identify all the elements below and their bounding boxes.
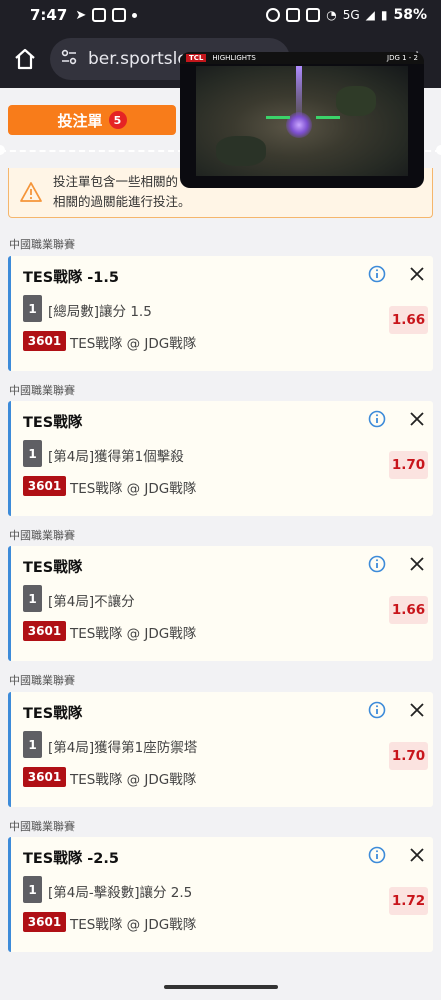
selection-number: 1 xyxy=(23,440,42,467)
video-brand: TCL xyxy=(186,54,207,62)
selection-number: 1 xyxy=(23,731,42,758)
bet-slip-tab[interactable]: 投注單 5 xyxy=(8,105,176,135)
nfc-icon xyxy=(286,8,301,22)
league-label: 中國職業聯賽 xyxy=(9,384,75,397)
league-label: 中國職業聯賽 xyxy=(9,238,75,251)
info-icon[interactable] xyxy=(368,701,386,719)
warning-icon xyxy=(20,182,42,202)
event-id-badge: 3601 xyxy=(23,767,66,787)
info-icon[interactable] xyxy=(368,846,386,864)
odds-value[interactable]: 1.72 xyxy=(389,887,428,915)
match-text: TES戰隊 @ JDG戰隊 xyxy=(70,481,197,497)
home-icon[interactable] xyxy=(10,44,40,74)
bet-title: TES戰隊 xyxy=(23,560,83,576)
market-text: [總局數]讓分 1.5 xyxy=(48,304,152,320)
bet-card: TES戰隊 1 [第4局]獲得第1個擊殺 3601 TES戰隊 @ JDG戰隊 … xyxy=(8,401,433,516)
selection-number: 1 xyxy=(23,585,42,612)
match-text: TES戰隊 @ JDG戰隊 xyxy=(70,917,197,933)
instagram-icon xyxy=(92,8,107,22)
match-text: TES戰隊 @ JDG戰隊 xyxy=(70,626,197,642)
network-type: 5G xyxy=(342,8,360,22)
bet-title: TES戰隊 -2.5 xyxy=(23,851,119,867)
bet-card: TES戰隊 1 [第4局]獲得第1座防禦塔 3601 TES戰隊 @ JDG戰隊… xyxy=(8,692,433,807)
close-icon[interactable] xyxy=(409,411,425,427)
alarm-icon xyxy=(266,8,281,22)
close-icon[interactable] xyxy=(409,266,425,282)
odds-value[interactable]: 1.70 xyxy=(389,451,428,479)
vibrate-icon xyxy=(306,8,321,22)
odds-value[interactable]: 1.66 xyxy=(389,596,428,624)
info-icon[interactable] xyxy=(368,265,386,283)
video-label: HIGHLIGHTS xyxy=(212,54,256,62)
league-label: 中國職業聯賽 xyxy=(9,820,75,833)
pip-video-player[interactable]: TCL HIGHLIGHTS JDG 1 - 2 xyxy=(180,52,424,188)
info-icon[interactable] xyxy=(368,555,386,573)
video-header: TCL HIGHLIGHTS JDG 1 - 2 xyxy=(180,52,424,64)
bet-slip-page: 投注單 5 投注單包含一些相關的 相關的過關能進行投注。 中國職業聯賽 TES戰… xyxy=(0,88,441,1000)
video-score: JDG 1 - 2 xyxy=(387,54,418,62)
warning-text-line1: 投注單包含一些相關的 xyxy=(53,174,179,189)
event-id-badge: 3601 xyxy=(23,912,66,932)
match-text: TES戰隊 @ JDG戰隊 xyxy=(70,772,197,788)
selection-number: 1 xyxy=(23,295,42,322)
system-nav-bar xyxy=(0,973,441,1000)
warning-text-line2: 相關的過關能進行投注。 xyxy=(53,194,191,209)
bet-title: TES戰隊 xyxy=(23,706,83,722)
divider-notch-right xyxy=(436,145,441,155)
bet-title: TES戰隊 -1.5 xyxy=(23,270,119,286)
league-label: 中國職業聯賽 xyxy=(9,674,75,687)
game-scene-image xyxy=(196,66,408,176)
close-icon[interactable] xyxy=(409,556,425,572)
odds-value[interactable]: 1.70 xyxy=(389,742,428,770)
bet-card: TES戰隊 -1.5 1 [總局數]讓分 1.5 3601 TES戰隊 @ JD… xyxy=(8,256,433,371)
event-id-badge: 3601 xyxy=(23,621,66,641)
battery-percent: 58% xyxy=(393,7,427,23)
market-text: [第4局]獲得第1座防禦塔 xyxy=(48,740,198,756)
bet-card: TES戰隊 -2.5 1 [第4局-擊殺數]讓分 2.5 3601 TES戰隊 … xyxy=(8,837,433,952)
notification-dot-icon xyxy=(132,12,138,18)
status-bar: 7:47 ➤ ◔ 5G ◢ ▮ 58% xyxy=(0,0,441,30)
navigation-arrow-icon: ➤ xyxy=(75,7,87,23)
market-text: [第4局]不讓分 xyxy=(48,594,135,610)
instagram-icon-2 xyxy=(112,8,127,22)
odds-value[interactable]: 1.66 xyxy=(389,306,428,334)
bet-card: TES戰隊 1 [第4局]不讓分 3601 TES戰隊 @ JDG戰隊 1.66 xyxy=(8,546,433,661)
event-id-badge: 3601 xyxy=(23,476,66,496)
event-id-badge: 3601 xyxy=(23,331,66,351)
info-icon[interactable] xyxy=(368,410,386,428)
site-settings-icon[interactable] xyxy=(60,48,78,71)
bet-count-badge: 5 xyxy=(108,111,127,129)
url-text: ber.sportslot xyxy=(88,49,195,69)
bet-slip-tab-label: 投注單 xyxy=(57,111,103,130)
league-label: 中國職業聯賽 xyxy=(9,529,75,542)
close-icon[interactable] xyxy=(409,702,425,718)
wifi-icon: ◔ xyxy=(326,8,337,22)
market-text: [第4局]獲得第1個擊殺 xyxy=(48,449,184,465)
bet-title: TES戰隊 xyxy=(23,415,83,431)
status-time: 7:47 xyxy=(30,6,68,24)
gesture-handle[interactable] xyxy=(164,985,278,989)
market-text: [第4局-擊殺數]讓分 2.5 xyxy=(48,885,193,901)
selection-number: 1 xyxy=(23,876,42,903)
signal-icon: ◢ xyxy=(365,8,375,22)
close-icon[interactable] xyxy=(409,847,425,863)
battery-icon: ▮ xyxy=(380,8,388,22)
match-text: TES戰隊 @ JDG戰隊 xyxy=(70,336,197,352)
